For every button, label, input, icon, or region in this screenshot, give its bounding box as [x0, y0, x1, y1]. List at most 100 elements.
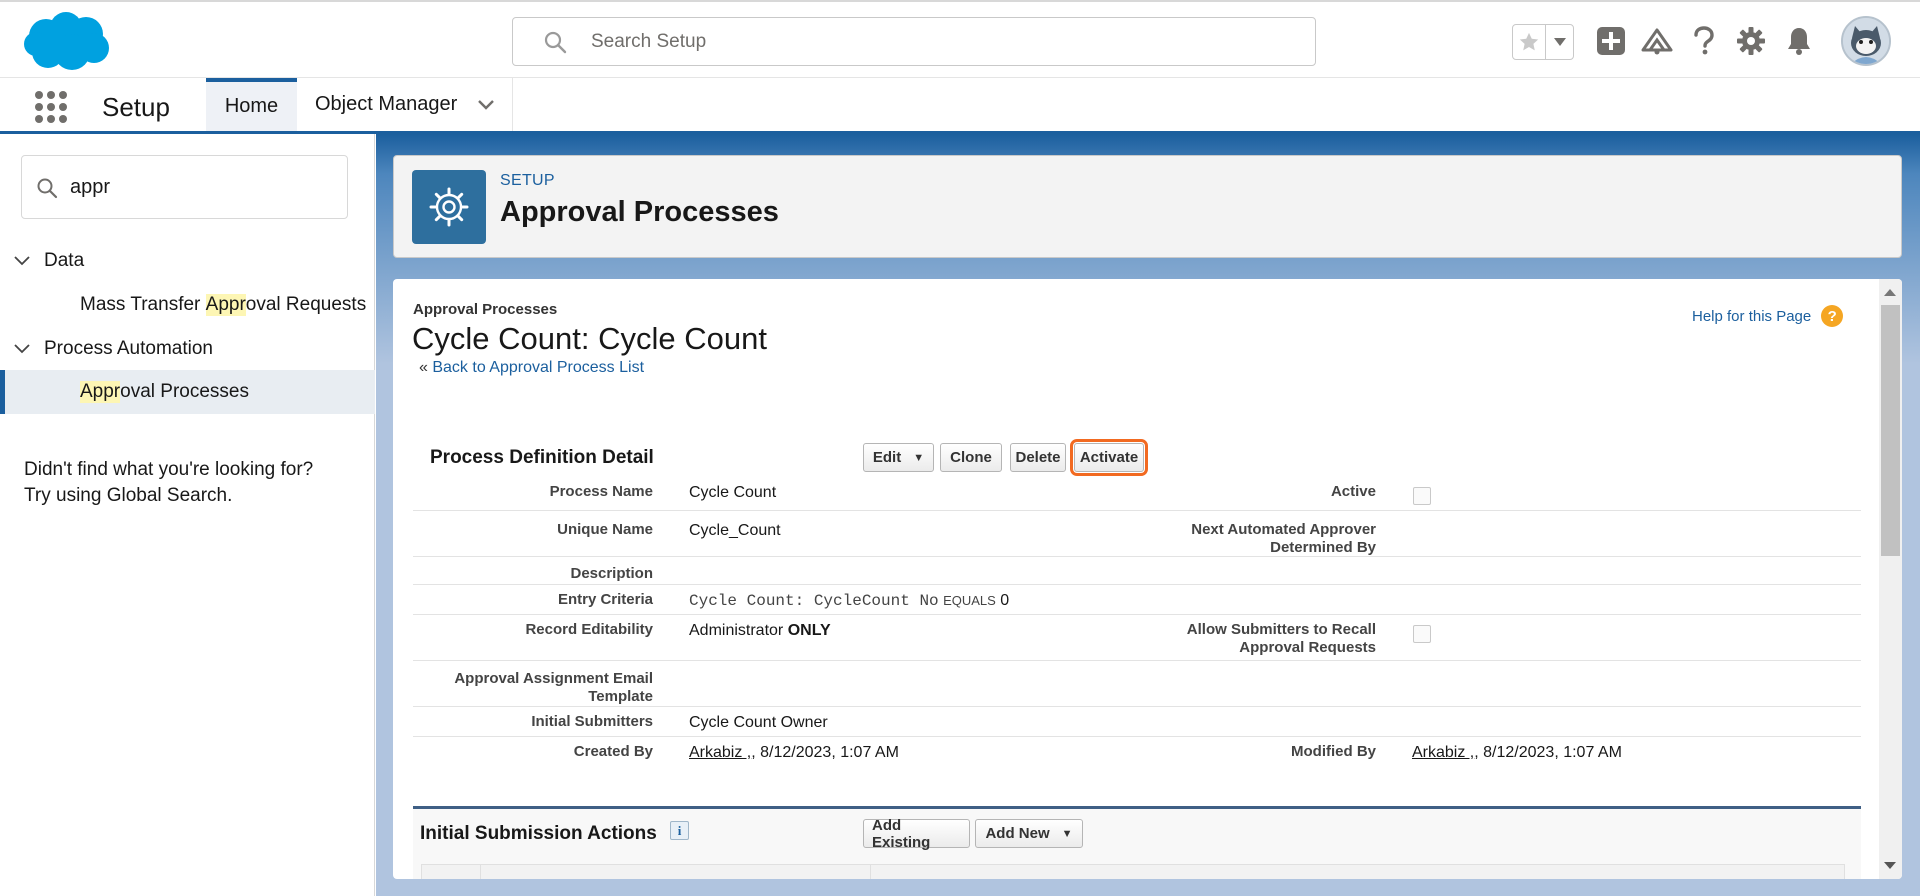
scroll-thumb[interactable] — [1881, 305, 1900, 556]
setup-search-input[interactable] — [591, 26, 1291, 58]
breadcrumb: Approval Processes — [413, 301, 558, 318]
tree-item-approval-processes[interactable]: Appr oval Processes — [0, 370, 375, 414]
tab-home-label: Home — [224, 95, 279, 117]
field-row: Approval Assignment Email Template — [413, 661, 1861, 707]
entry-criteria-number: 0 — [1000, 592, 1010, 609]
main-content: SETUP Approval Processes Approval Proces… — [376, 134, 1920, 896]
edit-label: Edit — [872, 449, 902, 466]
detail-scrollbar[interactable] — [1879, 279, 1902, 879]
record-editability-value: Administrator ONLY — [689, 622, 831, 640]
next-approver-label-2: Determined By — [1270, 539, 1376, 556]
add-icon — [1597, 27, 1625, 55]
app-launcher-icon[interactable] — [34, 90, 68, 124]
star-icon — [1520, 32, 1539, 51]
created-by-user-link[interactable]: Arkabiz , — [689, 744, 751, 761]
caret-down-icon: ▼ — [1061, 827, 1073, 840]
hint-line-1: Didn't find what you're looking for? — [24, 459, 314, 480]
tree-node-label: Data — [44, 250, 85, 271]
edit-button[interactable]: Edit ▼ — [863, 443, 934, 472]
back-link-row: « Back to Approval Process List — [419, 359, 644, 377]
quick-find-input[interactable] — [70, 172, 330, 202]
tree-item-mass-transfer-approval-requests[interactable]: Mass Transfer Appr oval Requests — [0, 283, 375, 327]
field-row: Initial Submitters Cycle Count Owner — [413, 707, 1861, 737]
field-row: Process Name Cycle Count Active — [413, 473, 1861, 511]
modified-by-user-link[interactable]: Arkabiz , — [1412, 744, 1474, 761]
add-new-button[interactable]: Add New ▼ — [975, 819, 1083, 848]
search-highlight: Appr — [205, 294, 246, 316]
created-by-value: Arkabiz ,, 8/12/2023, 1:07 AM — [689, 744, 899, 762]
favorites-star-button[interactable] — [1513, 25, 1547, 59]
field-row: Description — [413, 557, 1861, 585]
field-row: Entry Criteria Cycle Count: CycleCount N… — [413, 585, 1861, 615]
entry-criteria-label: Entry Criteria — [557, 591, 653, 608]
add-new-label: Add New — [985, 825, 1050, 842]
unique-name-label: Unique Name — [557, 521, 653, 538]
email-template-label: Approval Assignment Email Template — [413, 670, 653, 706]
page-title: Approval Processes — [500, 196, 779, 228]
email-template-label-2: Template — [588, 688, 653, 705]
clone-button[interactable]: Clone — [940, 443, 1002, 472]
help-for-page-link[interactable]: Help for this Page ? — [1692, 305, 1844, 327]
chevron-down-icon — [1553, 38, 1566, 46]
tree-item-label-post: oval Processes — [120, 381, 249, 402]
avatar[interactable] — [1841, 16, 1891, 66]
chevron-down-icon — [14, 344, 30, 354]
tree-item-label-post: oval Requests — [245, 294, 367, 315]
initial-submitters-value: Cycle Count Owner — [689, 714, 828, 731]
next-approver-label-1: Next Automated Approver — [1191, 521, 1376, 538]
delete-button[interactable]: Delete — [1010, 443, 1066, 472]
back-to-list-link[interactable]: Back to Approval Process List — [432, 359, 644, 376]
chevron-down-icon[interactable] — [477, 99, 495, 111]
tab-object-manager[interactable]: Object Manager — [298, 78, 513, 131]
favorites-dropdown-button[interactable] — [1546, 25, 1573, 59]
salesforce-cloud-logo[interactable] — [22, 10, 112, 72]
scroll-down-arrow-icon[interactable] — [1884, 862, 1896, 869]
setup-search-box[interactable] — [512, 17, 1316, 66]
info-icon[interactable]: i — [670, 821, 689, 840]
delete-label: Delete — [1015, 449, 1061, 466]
initial-submission-actions-section: Initial Submission Actions i Add Existin… — [413, 806, 1861, 879]
search-highlight: Appr — [80, 381, 121, 403]
entry-criteria-value: Cycle Count: CycleCount No EQUALS 0 — [689, 592, 1009, 610]
tree-node-data[interactable]: Data — [0, 239, 375, 283]
column-divider — [480, 865, 481, 879]
record-editability-role: Administrator — [689, 622, 784, 639]
search-icon — [544, 31, 567, 54]
column-divider — [870, 865, 871, 879]
tree-node-process-automation[interactable]: Process Automation — [0, 327, 375, 371]
created-by-date: , 8/12/2023, 1:07 AM — [751, 744, 899, 761]
tab-home[interactable]: Home — [206, 78, 297, 131]
allow-recall-label-2: Approval Requests — [1239, 639, 1376, 656]
gear-icon — [1737, 27, 1765, 55]
back-prefix: « — [419, 359, 428, 376]
next-approver-label: Next Automated Approver Determined By — [1136, 521, 1376, 557]
setup-gear-button[interactable] — [1734, 24, 1768, 58]
quick-find-box[interactable] — [21, 155, 348, 219]
help-icon — [1694, 26, 1714, 55]
bell-icon — [1788, 28, 1810, 55]
page-header: SETUP Approval Processes — [393, 155, 1902, 258]
caret-down-icon: ▼ — [913, 451, 925, 464]
notifications-button[interactable] — [1782, 24, 1816, 58]
favorites-group — [1512, 24, 1574, 60]
user-avatar-icon — [1843, 18, 1889, 64]
activate-button[interactable]: Activate — [1070, 439, 1148, 476]
section-title-process-definition: Process Definition Detail — [430, 447, 654, 468]
trailhead-icon — [1641, 28, 1673, 55]
process-name-label: Process Name — [549, 483, 653, 500]
entry-criteria-operator: EQUALS — [943, 593, 996, 608]
add-existing-button[interactable]: Add Existing — [863, 817, 970, 851]
field-row: Record Editability Administrator ONLY Al… — [413, 615, 1861, 661]
record-title: Cycle Count: Cycle Count — [412, 321, 767, 356]
section-title-initial-submission: Initial Submission Actions — [420, 823, 657, 844]
tree-node-label: Process Automation — [44, 338, 213, 359]
modified-by-date: , 8/12/2023, 1:07 AM — [1474, 744, 1622, 761]
global-header — [0, 0, 1920, 78]
trailhead-button[interactable] — [1640, 24, 1674, 58]
scroll-up-arrow-icon[interactable] — [1884, 289, 1896, 296]
global-actions-button[interactable] — [1594, 24, 1628, 58]
help-button[interactable] — [1687, 24, 1721, 58]
search-icon — [37, 178, 58, 199]
hint-line-2: Try using Global Search. — [24, 485, 233, 506]
help-link-label: Help for this Page — [1692, 307, 1812, 325]
